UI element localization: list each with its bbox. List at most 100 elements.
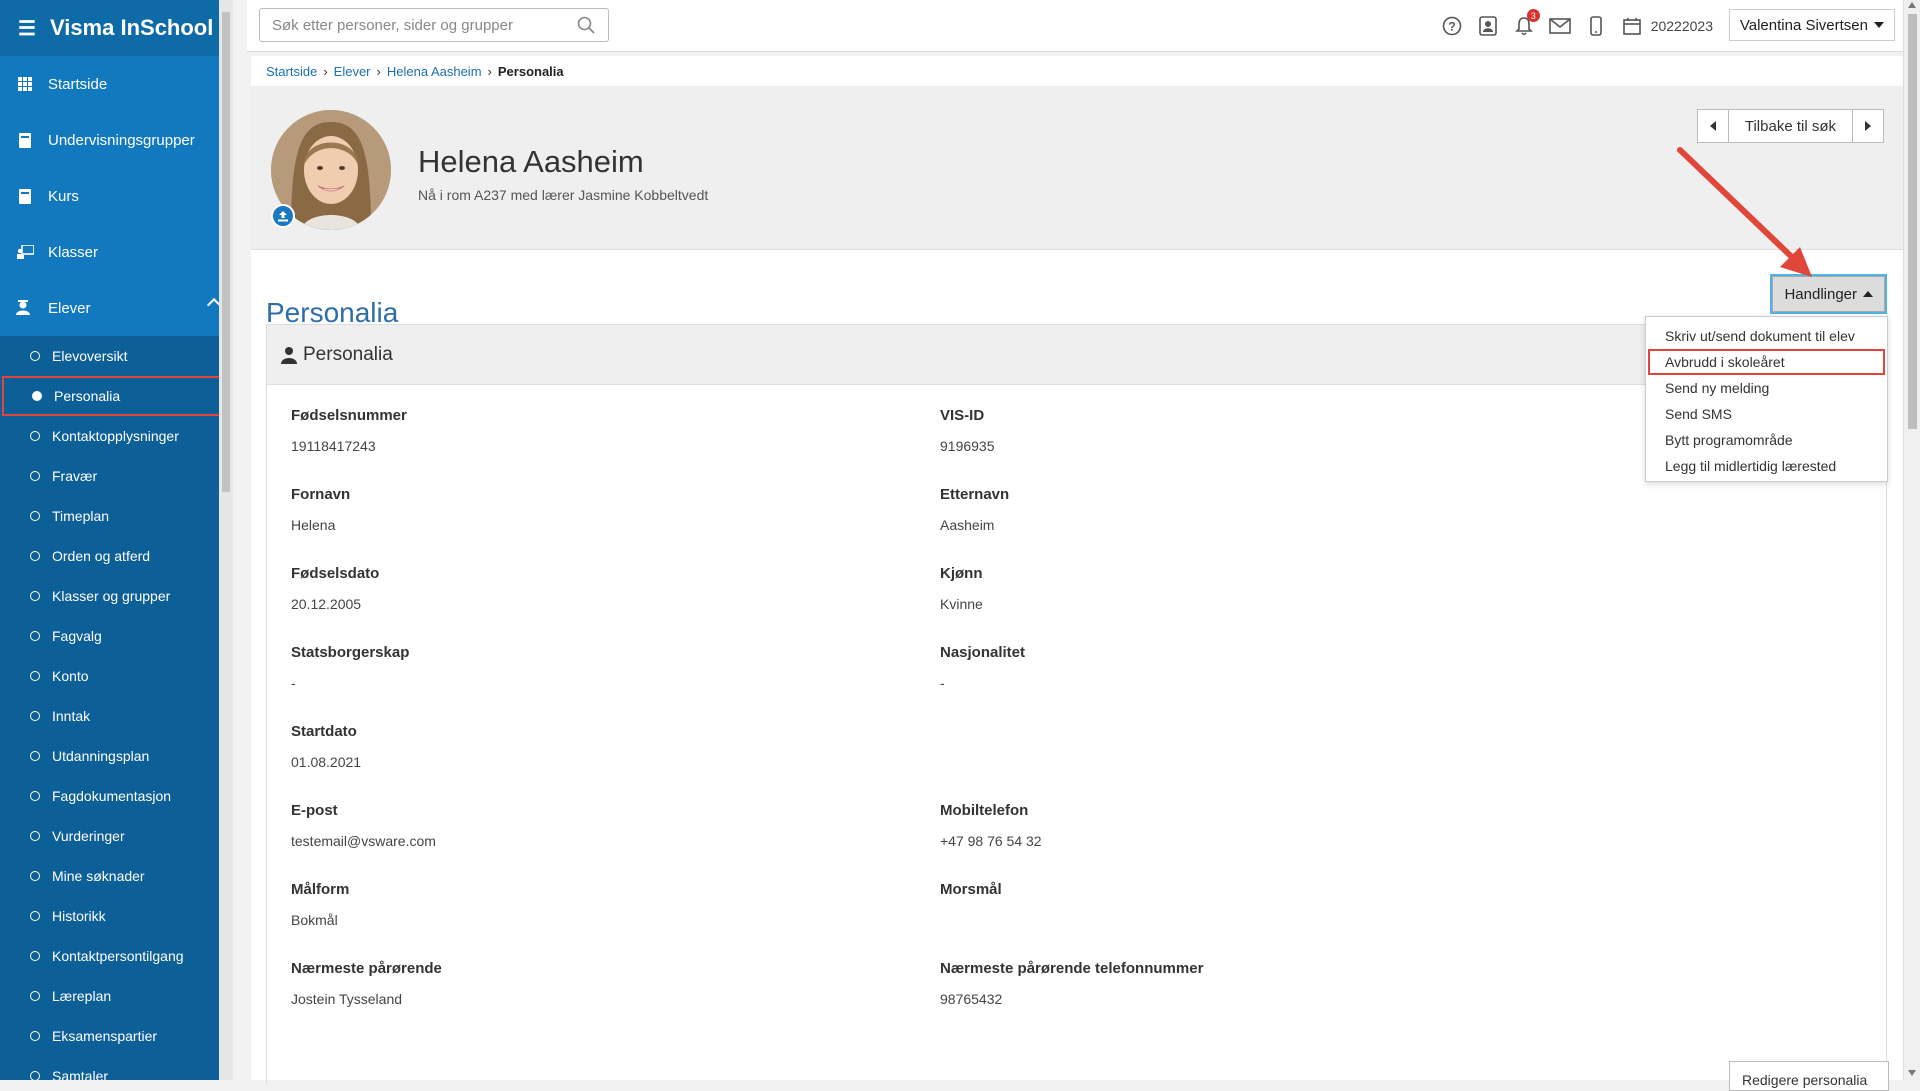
- sidebar-subitem-utdanningsplan[interactable]: Utdanningsplan: [0, 736, 233, 776]
- sidebar-subitem-label: Kontaktpersontilgang: [52, 948, 184, 964]
- contact-card-icon[interactable]: [1477, 15, 1499, 37]
- field-label: Kjønn: [940, 565, 983, 582]
- sidebar-subitem-læreplan[interactable]: Læreplan: [0, 976, 233, 1016]
- sidebar-item-elever[interactable]: Elever: [0, 280, 233, 336]
- field-value: 01.08.2021: [291, 754, 362, 770]
- field-value: 9196935: [940, 438, 995, 454]
- field-label: Nasjonalitet: [940, 644, 1026, 661]
- sidebar-subitem-historikk[interactable]: Historikk: [0, 896, 233, 936]
- sidebar-item-label: Startside: [48, 75, 108, 93]
- field-label: Etternavn: [940, 486, 1010, 503]
- breadcrumb-link-startside[interactable]: Startside: [266, 64, 317, 79]
- actions-menu-item[interactable]: Send SMS: [1646, 401, 1887, 427]
- actions-menu-item[interactable]: Send ny melding: [1646, 375, 1887, 401]
- edit-personalia-button[interactable]: Redigere personalia: [1729, 1061, 1889, 1091]
- sidebar-subitem-klasser-og-grupper[interactable]: Klasser og grupper: [0, 576, 233, 616]
- student-icon: [16, 300, 34, 316]
- sidebar-item-undervisningsgrupper[interactable]: Undervisningsgrupper: [0, 112, 233, 168]
- field-label: Fornavn: [291, 486, 351, 503]
- app-title[interactable]: Visma InSchool: [50, 15, 213, 41]
- scroll-up-arrow-icon[interactable]: [1908, 2, 1916, 8]
- field-label: Fødselsdato: [291, 565, 380, 582]
- help-icon[interactable]: ?: [1441, 15, 1463, 37]
- field-label: Målform: [291, 881, 350, 898]
- school-year[interactable]: 20222023: [1651, 18, 1713, 34]
- sidebar-item-label: Klasser: [48, 243, 99, 261]
- breadcrumb-link-elever[interactable]: Elever: [334, 64, 371, 79]
- actions-label: Handlinger: [1784, 285, 1857, 303]
- svg-text:?: ?: [1448, 20, 1455, 34]
- back-to-search-button[interactable]: Tilbake til søk: [1727, 110, 1853, 142]
- sidebar-subitem-orden-og-atferd[interactable]: Orden og atferd: [0, 536, 233, 576]
- sidebar-subitem-label: Klasser og grupper: [52, 588, 171, 604]
- sidebar-item-klasser[interactable]: Klasser: [0, 224, 233, 280]
- grid-icon: [16, 76, 34, 92]
- sidebar-subitem-fagdokumentasjon[interactable]: Fagdokumentasjon: [0, 776, 233, 816]
- triangle-left-icon: [1709, 121, 1716, 131]
- chevron-right-icon: ›: [487, 63, 492, 79]
- field-mobiltelefon: Mobiltelefon +47 98 76 54 32: [940, 802, 1042, 849]
- circle-bullet-icon: [32, 391, 42, 401]
- sidebar-subitem-fravær[interactable]: Fravær: [0, 456, 233, 496]
- sidebar-subitem-kontaktpersontilgang[interactable]: Kontaktpersontilgang: [0, 936, 233, 976]
- sidebar-subitem-label: Elevoversikt: [52, 348, 128, 364]
- circle-bullet-icon: [30, 911, 40, 921]
- page-scrollbar-thumb[interactable]: [1908, 14, 1917, 429]
- field-value: -: [291, 675, 296, 691]
- search-icon[interactable]: [577, 16, 595, 34]
- field-vis-id: VIS-ID 9196935: [940, 407, 995, 454]
- field-nærmeste-pårørende: Nærmeste pårørende Jostein Tysseland: [291, 960, 442, 1007]
- actions-menu-item[interactable]: Skriv ut/send dokument til elev: [1646, 323, 1887, 349]
- circle-bullet-icon: [30, 711, 40, 721]
- actions-menu-item[interactable]: Legg til midlertidig lærested: [1646, 453, 1887, 479]
- sidebar: ☰ Visma InSchool Startside Undervisnings…: [0, 0, 233, 1080]
- chevron-right-icon: ›: [376, 63, 381, 79]
- elever-subnav: Elevoversikt Personalia Kontaktopplysninge…: [0, 336, 233, 1080]
- breadcrumb: Startside › Elever › Helena Aasheim › Pe…: [251, 56, 1903, 86]
- circle-bullet-icon: [30, 871, 40, 881]
- mail-icon[interactable]: [1548, 15, 1571, 37]
- sidebar-subitem-kontaktopplysninger[interactable]: Kontaktopplysninger: [0, 416, 233, 456]
- sidebar-subitem-vurderinger[interactable]: Vurderinger: [0, 816, 233, 856]
- sidebar-subitem-label: Historikk: [52, 908, 106, 924]
- sidebar-subitem-label: Inntak: [52, 708, 91, 724]
- sidebar-subitem-personalia[interactable]: Personalia: [2, 376, 231, 416]
- actions-menu-item[interactable]: Avbrudd i skoleåret: [1648, 349, 1885, 375]
- circle-bullet-icon: [30, 671, 40, 681]
- sidebar-scrollbar-thumb[interactable]: [222, 12, 230, 492]
- sidebar-item-kurs[interactable]: Kurs: [0, 168, 233, 224]
- sidebar-subitem-mine-søknader[interactable]: Mine søknader: [0, 856, 233, 896]
- sidebar-subitem-label: Mine søknader: [52, 868, 145, 884]
- calendar-icon[interactable]: [1621, 15, 1643, 37]
- sidebar-subitem-fagvalg[interactable]: Fagvalg: [0, 616, 233, 656]
- sidebar-subitem-elevoversikt[interactable]: Elevoversikt: [0, 336, 233, 376]
- sidebar-subitem-label: Samtaler: [52, 1068, 109, 1080]
- sidebar-item-startside[interactable]: Startside: [0, 56, 233, 112]
- search-input[interactable]: [259, 8, 609, 42]
- hamburger-menu-icon[interactable]: ☰: [18, 16, 36, 41]
- next-student-button[interactable]: [1853, 110, 1883, 142]
- notification-bell-icon[interactable]: 3: [1513, 9, 1540, 37]
- field-value: Helena: [291, 517, 336, 533]
- previous-student-button[interactable]: [1698, 110, 1728, 142]
- sidebar-scrollbar[interactable]: [219, 0, 233, 1080]
- field-fødselsdato: Fødselsdato 20.12.2005: [291, 565, 379, 612]
- actions-dropdown-button[interactable]: Handlinger: [1770, 274, 1887, 314]
- breadcrumb-current: Personalia: [497, 63, 564, 79]
- breadcrumb-link-student[interactable]: Helena Aasheim: [387, 64, 482, 79]
- sidebar-subitem-konto[interactable]: Konto: [0, 656, 233, 696]
- upload-photo-icon[interactable]: [271, 204, 295, 228]
- app-header: ☰ Visma InSchool: [0, 0, 233, 56]
- sidebar-subitem-eksamenspartier[interactable]: Eksamenspartier: [0, 1016, 233, 1056]
- sidebar-subitem-inntak[interactable]: Inntak: [0, 696, 233, 736]
- sidebar-subitem-samtaler[interactable]: Samtaler: [0, 1056, 233, 1080]
- book-icon: [16, 188, 34, 204]
- sidebar-subitem-timeplan[interactable]: Timeplan: [0, 496, 233, 536]
- field-value: Aasheim: [940, 517, 995, 533]
- user-menu-button[interactable]: Valentina Sivertsen: [1728, 9, 1895, 41]
- field-value: -: [940, 675, 945, 691]
- actions-menu-item[interactable]: Bytt programområde: [1646, 427, 1887, 453]
- mobile-phone-icon[interactable]: [1585, 15, 1607, 37]
- scroll-down-arrow-icon[interactable]: [1908, 1070, 1916, 1076]
- page-scrollbar[interactable]: [1903, 0, 1920, 1080]
